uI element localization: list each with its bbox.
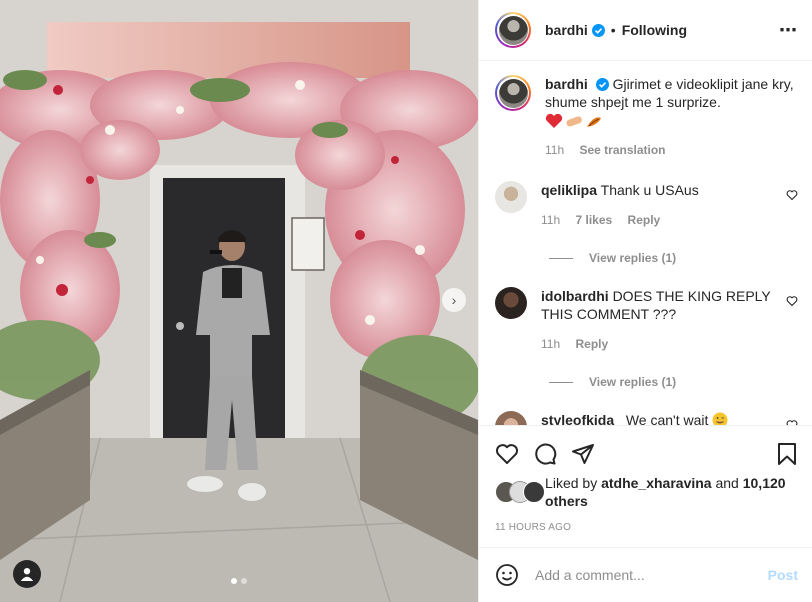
emoji-smiley-icon[interactable] — [495, 563, 519, 587]
comment-text: Thank u USAus — [600, 182, 699, 198]
view-replies-button[interactable]: View replies (1) — [549, 251, 798, 265]
view-replies-button[interactable]: View replies (1) — [549, 375, 798, 389]
caption-username[interactable]: bardhi — [545, 76, 588, 92]
likes-summary: Liked by atdhe_xharavina and 10,120 othe… — [495, 474, 798, 510]
like-heart-icon[interactable] — [495, 442, 519, 466]
caption-emojis — [545, 113, 798, 129]
post-photo[interactable]: › — [0, 0, 478, 602]
post-timestamp[interactable]: 11 HOURS AGO — [495, 522, 798, 533]
commenter-avatar[interactable] — [495, 411, 527, 425]
commenter-username[interactable]: qeliklipa — [541, 182, 597, 198]
commenter-avatar[interactable] — [495, 181, 527, 213]
caption-time[interactable]: 11h — [545, 143, 564, 157]
commenter-avatar[interactable] — [495, 287, 527, 319]
comment-item: qeliklipa Thank u USAus 11h 7 likes Repl… — [495, 181, 798, 229]
comment-time[interactable]: 11h — [541, 213, 560, 227]
like-comment-heart-icon[interactable] — [786, 189, 798, 201]
comment-item: idolbardhi DOES THE KING REPLY THIS COMM… — [495, 287, 798, 353]
author-username[interactable]: bardhi — [545, 22, 588, 38]
reply-button[interactable]: Reply — [628, 213, 661, 227]
carousel-dot — [241, 578, 247, 584]
post-details-panel: bardhi • Following ⋯ bardhi Gjirimet e v… — [478, 0, 812, 602]
share-send-icon[interactable] — [571, 442, 595, 466]
liker-avatars[interactable] — [495, 481, 545, 503]
caption-author-avatar[interactable] — [495, 75, 531, 111]
winking-tongue-face-icon — [712, 412, 728, 425]
instagram-post: › bardhi • Following ⋯ bardhi Gjirimet e… — [0, 0, 812, 602]
photo-scene — [0, 0, 478, 602]
post-comment-button[interactable]: Post — [768, 567, 798, 583]
carousel-dot-active — [231, 578, 237, 584]
separator-dot: • — [610, 22, 616, 38]
comment-bubble-icon[interactable] — [533, 442, 557, 466]
next-slide-button[interactable]: › — [442, 288, 466, 312]
post-header: bardhi • Following ⋯ — [479, 0, 812, 61]
author-avatar[interactable] — [495, 12, 531, 48]
comment-text: We can't wait — [625, 412, 709, 425]
like-comment-heart-icon[interactable] — [786, 295, 798, 307]
red-heart-icon — [545, 113, 563, 128]
bookmark-icon[interactable] — [776, 442, 798, 466]
comment-input[interactable] — [533, 566, 768, 584]
view-replies-label: View replies (1) — [589, 375, 677, 389]
view-replies-label: View replies (1) — [589, 251, 677, 265]
hand-with-leaf-icon — [587, 117, 601, 127]
comment-item: styleofkida_ We can't wait — [495, 411, 798, 425]
reply-button[interactable]: Reply — [575, 337, 608, 351]
commenter-username[interactable]: idolbardhi — [541, 288, 609, 304]
liked-by-conjunction: and — [715, 475, 739, 491]
bandage-icon — [566, 116, 582, 127]
post-actions: Liked by atdhe_xharavina and 10,120 othe… — [479, 425, 812, 547]
liked-by-user[interactable]: atdhe_xharavina — [601, 475, 712, 491]
post-caption: bardhi Gjirimet e videoklipit jane kry, … — [495, 75, 798, 159]
comment-time[interactable]: 11h — [541, 337, 560, 351]
comments-list[interactable]: bardhi Gjirimet e videoklipit jane kry, … — [479, 61, 812, 425]
more-horizontal-icon[interactable]: ⋯ — [779, 21, 798, 39]
liked-by-prefix: Liked by — [545, 475, 598, 491]
verified-badge-icon — [591, 23, 605, 37]
carousel-indicator — [0, 578, 478, 584]
chevron-right-icon: › — [451, 292, 457, 308]
liker-avatar — [523, 481, 545, 503]
verified-badge-icon — [595, 78, 609, 91]
add-comment-bar: Post — [479, 547, 812, 602]
like-comment-heart-icon[interactable] — [786, 419, 798, 425]
comment-likes-count[interactable]: 7 likes — [575, 213, 612, 227]
commenter-username[interactable]: styleofkida_ — [541, 412, 622, 425]
following-button[interactable]: Following — [622, 22, 687, 38]
see-translation-link[interactable]: See translation — [579, 143, 665, 157]
